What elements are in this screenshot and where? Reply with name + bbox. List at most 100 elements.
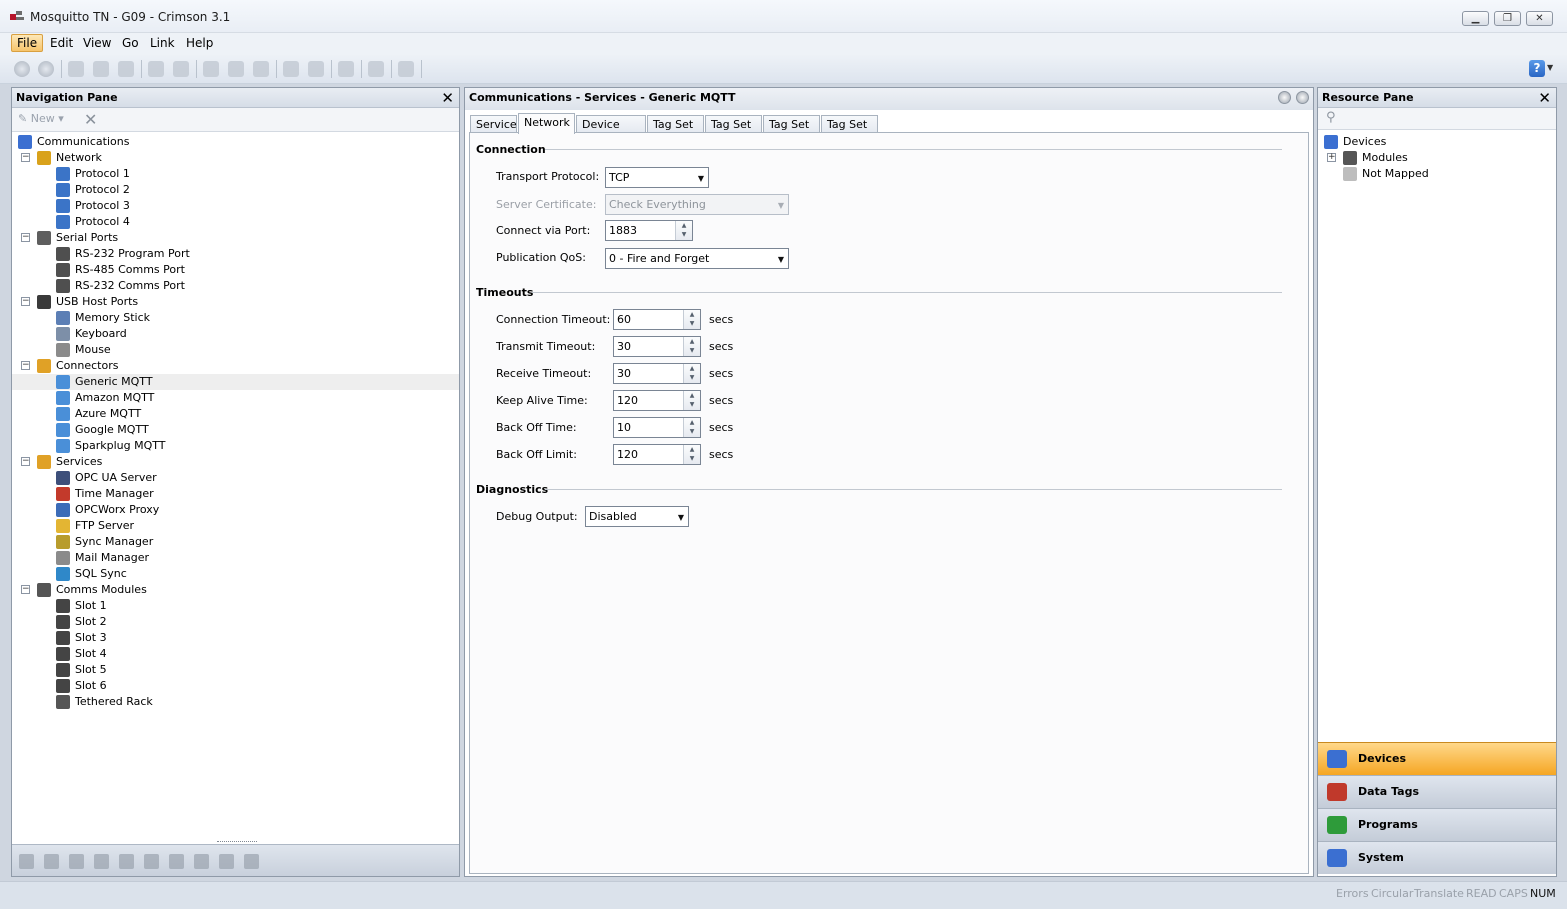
category-devices[interactable]: Devices xyxy=(1318,742,1556,775)
tree-item-protocol-2[interactable]: Protocol 2 xyxy=(12,182,459,198)
expand-icon[interactable]: + xyxy=(1327,153,1336,162)
back-off-time-field[interactable]: 10 ▲ ▼ xyxy=(613,417,701,438)
copy-icon[interactable] xyxy=(228,61,244,77)
tree-item-serial-ports[interactable]: − Serial Ports xyxy=(12,230,459,246)
collapse-icon[interactable]: − xyxy=(21,361,30,370)
spin-down-icon[interactable]: ▼ xyxy=(684,400,700,409)
spin-down-icon[interactable]: ▼ xyxy=(684,373,700,382)
spin-up-icon[interactable]: ▲ xyxy=(684,310,700,319)
tab-network[interactable]: Network xyxy=(518,113,575,134)
system-category-icon[interactable] xyxy=(244,854,259,869)
display-category-icon[interactable] xyxy=(69,854,84,869)
close-window-button[interactable]: ✕ xyxy=(1526,11,1553,26)
collapse-icon[interactable]: − xyxy=(21,585,30,594)
tree-item-comms-modules[interactable]: − Comms Modules xyxy=(12,582,459,598)
tab-device-data[interactable]: Device Data xyxy=(576,115,646,148)
delete-icon[interactable]: ✕ xyxy=(84,110,97,129)
tree-item-ftp-server[interactable]: FTP Server xyxy=(12,518,459,534)
category-programs[interactable]: Programs xyxy=(1318,808,1556,841)
tool-icon[interactable] xyxy=(283,61,299,77)
tree-item-rs-232-program-port[interactable]: RS-232 Program Port xyxy=(12,246,459,262)
tree-item-slot-1[interactable]: Slot 1 xyxy=(12,598,459,614)
minimize-button[interactable]: ▁ xyxy=(1462,11,1489,26)
tree-item-protocol-1[interactable]: Protocol 1 xyxy=(12,166,459,182)
transport-protocol-select[interactable]: TCP ▼ xyxy=(605,167,709,188)
tree-item-protocol-3[interactable]: Protocol 3 xyxy=(12,198,459,214)
security-category-icon[interactable] xyxy=(169,854,184,869)
port-spinner[interactable]: ▲ ▼ xyxy=(675,221,692,240)
tree-item-usb-host-ports[interactable]: − USB Host Ports xyxy=(12,294,459,310)
tree-item-slot-4[interactable]: Slot 4 xyxy=(12,646,459,662)
debug-output-select[interactable]: Disabled ▼ xyxy=(585,506,689,527)
tab-tag-set-3[interactable]: Tag Set 3 xyxy=(763,115,820,148)
keep-alive-time-spinner[interactable]: ▲ ▼ xyxy=(683,391,700,410)
spin-down-icon[interactable]: ▼ xyxy=(676,230,692,239)
close-navigation-pane-icon[interactable]: ✕ xyxy=(441,90,454,106)
programs-category-icon[interactable] xyxy=(94,854,109,869)
tree-item-rs-485-comms-port[interactable]: RS-485 Comms Port xyxy=(12,262,459,278)
collapse-icon[interactable]: − xyxy=(21,153,30,162)
close-resource-pane-icon[interactable]: ✕ xyxy=(1538,90,1551,106)
navigate-up-icon[interactable] xyxy=(1296,91,1309,104)
web-category-icon[interactable] xyxy=(119,854,134,869)
port-field[interactable]: 1883 ▲ ▼ xyxy=(605,220,693,241)
sql-category-icon[interactable] xyxy=(219,854,234,869)
menu-help[interactable]: Help xyxy=(181,34,218,52)
tree-item-protocol-4[interactable]: Protocol 4 xyxy=(12,214,459,230)
tree-item-slot-6[interactable]: Slot 6 xyxy=(12,678,459,694)
transmit-timeout-field[interactable]: 30 ▲ ▼ xyxy=(613,336,701,357)
tree-item-sparkplug-mqtt[interactable]: Sparkplug MQTT xyxy=(12,438,459,454)
tab-tag-set-4[interactable]: Tag Set 4 xyxy=(821,115,878,148)
help-icon[interactable]: ? xyxy=(1529,60,1545,77)
translate-category-icon[interactable] xyxy=(194,854,209,869)
tree-item-mouse[interactable]: Mouse xyxy=(12,342,459,358)
menu-view[interactable]: View xyxy=(78,34,116,52)
category-data-tags[interactable]: Data Tags xyxy=(1318,775,1556,808)
tree-item-sql-sync[interactable]: SQL Sync xyxy=(12,566,459,582)
tree-item-opc-ua-server[interactable]: OPC UA Server xyxy=(12,470,459,486)
collapse-icon[interactable]: − xyxy=(21,297,30,306)
tree-item-services[interactable]: − Services xyxy=(12,454,459,470)
tree-item-connectors[interactable]: − Connectors xyxy=(12,358,459,374)
tree-item-azure-mqtt[interactable]: Azure MQTT xyxy=(12,406,459,422)
forward-icon[interactable] xyxy=(38,61,54,77)
keep-alive-time-field[interactable]: 120 ▲ ▼ xyxy=(613,390,701,411)
spin-up-icon[interactable]: ▲ xyxy=(684,391,700,400)
menu-edit[interactable]: Edit xyxy=(45,34,78,52)
tree-item-generic-mqtt[interactable]: Generic MQTT xyxy=(12,374,459,390)
spin-up-icon[interactable]: ▲ xyxy=(684,445,700,454)
spin-up-icon[interactable]: ▲ xyxy=(676,221,692,230)
tab-tag-set-1[interactable]: Tag Set 1 xyxy=(647,115,704,148)
spin-down-icon[interactable]: ▼ xyxy=(684,427,700,436)
splitter-grip[interactable] xyxy=(217,841,257,845)
navigate-down-icon[interactable] xyxy=(1278,91,1291,104)
print-icon[interactable] xyxy=(308,61,324,77)
window-icon[interactable] xyxy=(368,61,384,77)
tab-service[interactable]: Service xyxy=(470,115,517,133)
tree-item-slot-3[interactable]: Slot 3 xyxy=(12,630,459,646)
collapse-icon[interactable]: − xyxy=(21,233,30,242)
search-icon[interactable]: ⚲ xyxy=(1326,110,1336,125)
tree-item-slot-5[interactable]: Slot 5 xyxy=(12,662,459,678)
save-icon[interactable] xyxy=(118,61,134,77)
tree-item-devices[interactable]: Devices xyxy=(1318,134,1556,150)
tree-item-slot-2[interactable]: Slot 2 xyxy=(12,614,459,630)
maximize-button[interactable]: ❐ xyxy=(1494,11,1521,26)
tree-item-rs-232-comms-port[interactable]: RS-232 Comms Port xyxy=(12,278,459,294)
new-file-icon[interactable] xyxy=(68,61,84,77)
open-file-icon[interactable] xyxy=(93,61,109,77)
tree-item-modules[interactable]: + Modules xyxy=(1318,150,1556,166)
tree-item-sync-manager[interactable]: Sync Manager xyxy=(12,534,459,550)
menu-file[interactable]: File xyxy=(11,34,44,52)
redo-icon[interactable] xyxy=(173,61,189,77)
spin-down-icon[interactable]: ▼ xyxy=(684,319,700,328)
devices-category-icon[interactable] xyxy=(44,854,59,869)
connection-timeout-field[interactable]: 60 ▲ ▼ xyxy=(613,309,701,330)
spin-down-icon[interactable]: ▼ xyxy=(684,454,700,463)
collapse-icon[interactable]: − xyxy=(21,457,30,466)
spin-up-icon[interactable]: ▲ xyxy=(684,418,700,427)
menu-go[interactable]: Go xyxy=(117,34,144,52)
wand-icon[interactable] xyxy=(398,61,414,77)
undo-icon[interactable] xyxy=(148,61,164,77)
tree-item-amazon-mqtt[interactable]: Amazon MQTT xyxy=(12,390,459,406)
